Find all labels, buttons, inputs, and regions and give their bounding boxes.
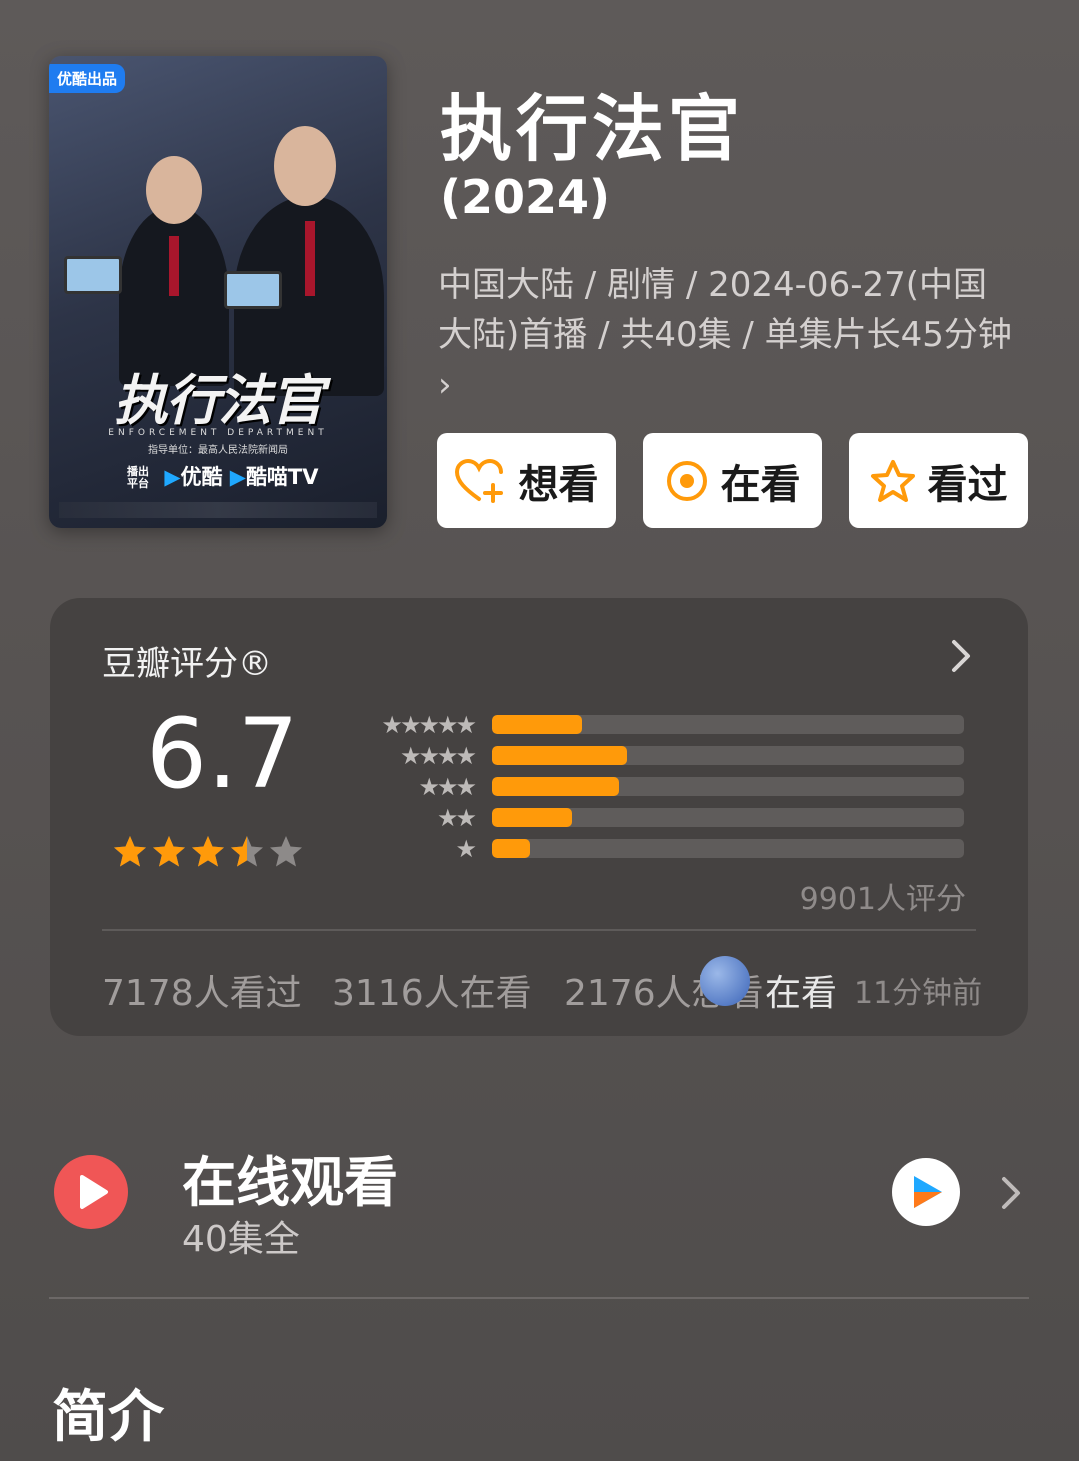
online-watch-title[interactable]: 在线观看 [182,1138,398,1217]
toast-time: 11分钟前 [854,976,983,1011]
watched-label: 看过 [927,461,1008,508]
poster-tie-right [305,221,315,296]
rating-bar-row: ★★★★★ [356,711,964,739]
youku-logo-icon[interactable] [892,1158,960,1226]
target-icon [666,460,707,501]
watching-label: 在看 [720,461,801,508]
want-to-watch-button[interactable]: 想看 [437,433,616,528]
page-title: 执行法官 [440,87,745,171]
poster-tie-left [169,236,179,296]
intro-section-title: 简介 [52,1385,164,1450]
youku-arrow-icon: ▶ [164,465,181,489]
watching-count[interactable]: 3116人在看 [332,964,532,1016]
rating-count: 9901人评分 [799,882,966,917]
rating-bar-row: ★★★★ [356,742,964,770]
toast-status: 在看 [765,973,838,1014]
rating-bar-stars: ★★★★★ [381,710,477,739]
poster-platform-2: 酷喵TV [245,465,319,489]
poster-subtitle-en: ENFORCEMENT DEPARTMENT [108,428,328,438]
rating-bar-row: ★ [356,835,964,863]
rating-bar-track [492,777,964,796]
rating-score: 6.7 [146,698,299,810]
rating-bar-fill [492,777,620,796]
rating-bar-track [492,715,964,734]
rating-bar-stars: ★★★ [418,772,477,801]
rating-bar-fill [492,839,530,858]
online-watch-subtitle: 40集全 [182,1219,300,1260]
rating-bar-track [492,808,964,827]
rating-bar-track [492,746,964,765]
watched-count[interactable]: 7178人看过 [102,964,302,1016]
rating-bar-track [492,839,964,858]
rating-star-icon [270,836,302,867]
rating-bar-stars: ★ [455,834,477,863]
rating-bar-row: ★★ [356,804,964,832]
rating-star-icon [231,836,263,867]
poster-platform-1: 优酷 [180,465,223,489]
douban-rating-card[interactable]: 豆瓣评分® 6.7 ★★★★★ ★★★★ ★★★ ★★ ★ 9901人评分 7178人看… [50,598,1028,1036]
rating-divider [102,929,976,931]
poster-face-right [274,126,336,206]
rating-bar-row: ★★★ [356,773,964,801]
release-year: (2024) [440,170,611,224]
chevron-right-icon[interactable] [950,638,972,674]
meta-info-link[interactable]: 中国大陆 / 剧情 / 2024-06-27(中国大陆)首播 / 共40集 / … [438,260,1018,410]
online-chevron-right-icon[interactable] [1000,1175,1022,1211]
poster-badge: 优酷出品 [49,64,126,93]
rating-star-icon [153,836,185,867]
watching-button[interactable]: 在看 [643,433,822,528]
poster-platform: 播出平台 ▶优酷 ▶酷喵TV [127,461,319,491]
rating-bar-fill [492,808,573,827]
rating-stars [112,834,304,870]
rating-bar-stars: ★★ [436,803,477,832]
poster-sponsors-strip [59,502,377,518]
kumiao-arrow-icon: ▶ [229,465,246,489]
want-to-watch-label: 想看 [518,461,599,508]
rating-bar-fill [492,746,627,765]
poster-title-art: 执行法官 [114,368,324,432]
poster-guidance: 指导单位：最高人民法院新闻局 [148,445,288,456]
star-outline-icon [870,459,915,502]
heart-plus-icon [454,458,503,503]
rating-bar-fill [492,715,582,734]
play-icon[interactable] [54,1155,128,1229]
poster-id-card-left [64,256,122,294]
rating-title: 豆瓣评分® [102,644,272,684]
rating-star-icon [192,836,224,867]
rating-bar-stars: ★★★★ [399,741,477,770]
poster-image[interactable]: 优酷出品 执行法官 ENFORCEMENT DEPARTMENT 指导单位：最高… [49,56,387,528]
watched-button[interactable]: 看过 [849,433,1028,528]
poster-id-card-right [224,271,282,309]
rating-star-icon [114,836,146,867]
megaphone-icon [700,956,750,1006]
section-divider [49,1297,1029,1299]
poster-face-left [146,156,202,224]
poster-platform-label: 播出平台 [127,465,149,490]
